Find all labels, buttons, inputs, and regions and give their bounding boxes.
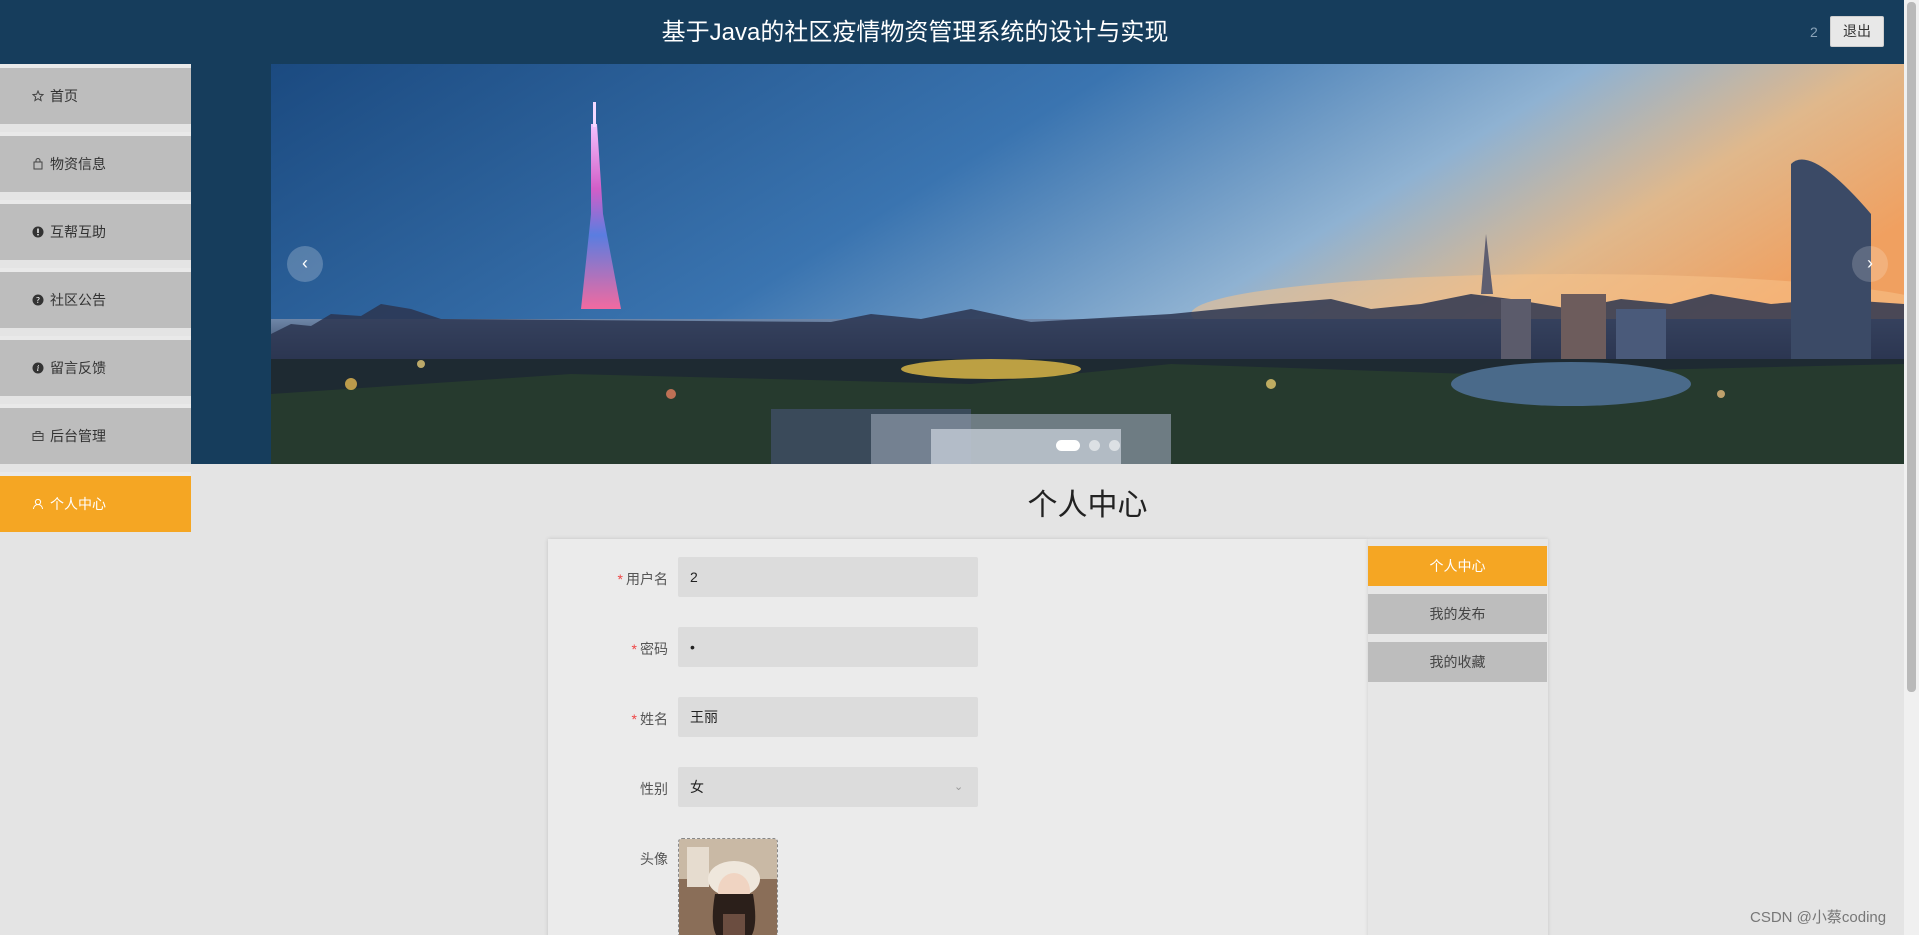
bag-icon [32, 158, 44, 170]
nav-item-label: 首页 [50, 88, 78, 104]
nav-item-label: 留言反馈 [50, 360, 106, 376]
chevron-down-icon: ⌄ [954, 781, 964, 793]
name-field[interactable] [678, 697, 978, 737]
nav-item-label: 后台管理 [50, 428, 106, 444]
star-icon [32, 90, 44, 102]
logout-button[interactable]: 退出 [1830, 16, 1884, 47]
required-marker: * [617, 571, 623, 587]
carousel-indicator-2[interactable] [1089, 440, 1100, 451]
scrollbar-thumb[interactable] [1907, 2, 1916, 692]
nav-item-home[interactable]: 首页 [0, 64, 191, 124]
password-label-text: 密码 [640, 641, 668, 657]
exclamation-circle-icon [32, 226, 44, 238]
name-label-text: 姓名 [640, 711, 668, 727]
password-field[interactable]: • [678, 627, 978, 667]
chevron-right-icon: › [1867, 253, 1873, 273]
nav-item-label: 互帮互助 [50, 224, 106, 240]
nav-item-label: 物资信息 [50, 156, 106, 172]
password-label: * 密码 [548, 639, 668, 659]
current-user: 2 [1810, 24, 1818, 40]
svg-text:?: ? [36, 296, 40, 305]
side-menu-my-favorites[interactable]: 我的收藏 [1368, 642, 1547, 682]
carousel-banner [271, 64, 1904, 464]
username-label: * 用户名 [548, 569, 668, 589]
user-icon [32, 498, 44, 510]
username-label-text: 用户名 [626, 571, 668, 587]
avatar-label: 头像 [640, 851, 668, 867]
required-marker: * [631, 641, 637, 657]
carousel-prev-button[interactable]: ‹ [287, 246, 323, 282]
nav-item-mutual-help[interactable]: 互帮互助 [0, 200, 191, 260]
gender-select[interactable]: 女 [678, 767, 978, 807]
nav-item-announcements[interactable]: ? 社区公告 [0, 268, 191, 328]
username-field[interactable] [678, 557, 978, 597]
name-label: * 姓名 [548, 709, 668, 729]
carousel-indicator-1[interactable] [1056, 440, 1080, 451]
profile-form [548, 539, 1368, 935]
banner-image [271, 64, 1904, 464]
side-menu-my-posts[interactable]: 我的发布 [1368, 594, 1547, 634]
top-bar: 基于Java的社区疫情物资管理系统的设计与实现 2 退出 [0, 0, 1919, 64]
nav-item-label: 社区公告 [50, 292, 106, 308]
nav-item-label: 个人中心 [50, 496, 106, 512]
nav-item-admin[interactable]: 后台管理 [0, 404, 191, 464]
watermark: CSDN @小蔡coding [1750, 909, 1887, 926]
site-title: 基于Java的社区疫情物资管理系统的设计与实现 [0, 0, 1830, 64]
briefcase-icon [32, 430, 44, 442]
avatar-image [679, 839, 777, 935]
required-marker: * [631, 711, 637, 727]
sidebar-backdrop [191, 64, 271, 464]
nav-item-supplies[interactable]: 物资信息 [0, 132, 191, 192]
avatar-upload[interactable] [678, 838, 778, 935]
carousel-indicator-3[interactable] [1109, 440, 1120, 451]
page-title: 个人中心 [1027, 489, 1148, 522]
nav-item-feedback[interactable]: i 留言反馈 [0, 336, 191, 396]
side-menu-profile[interactable]: 个人中心 [1368, 546, 1547, 586]
svg-text:i: i [37, 364, 40, 373]
question-circle-icon: ? [32, 294, 44, 306]
info-circle-icon: i [32, 362, 44, 374]
nav-item-profile[interactable]: 个人中心 [0, 472, 191, 532]
site-title-text: 基于Java的社区疫情物资管理系统的设计与实现 [661, 19, 1169, 46]
gender-label: 性别 [640, 781, 668, 797]
carousel-next-button[interactable]: › [1852, 246, 1888, 282]
chevron-left-icon: ‹ [302, 253, 308, 273]
